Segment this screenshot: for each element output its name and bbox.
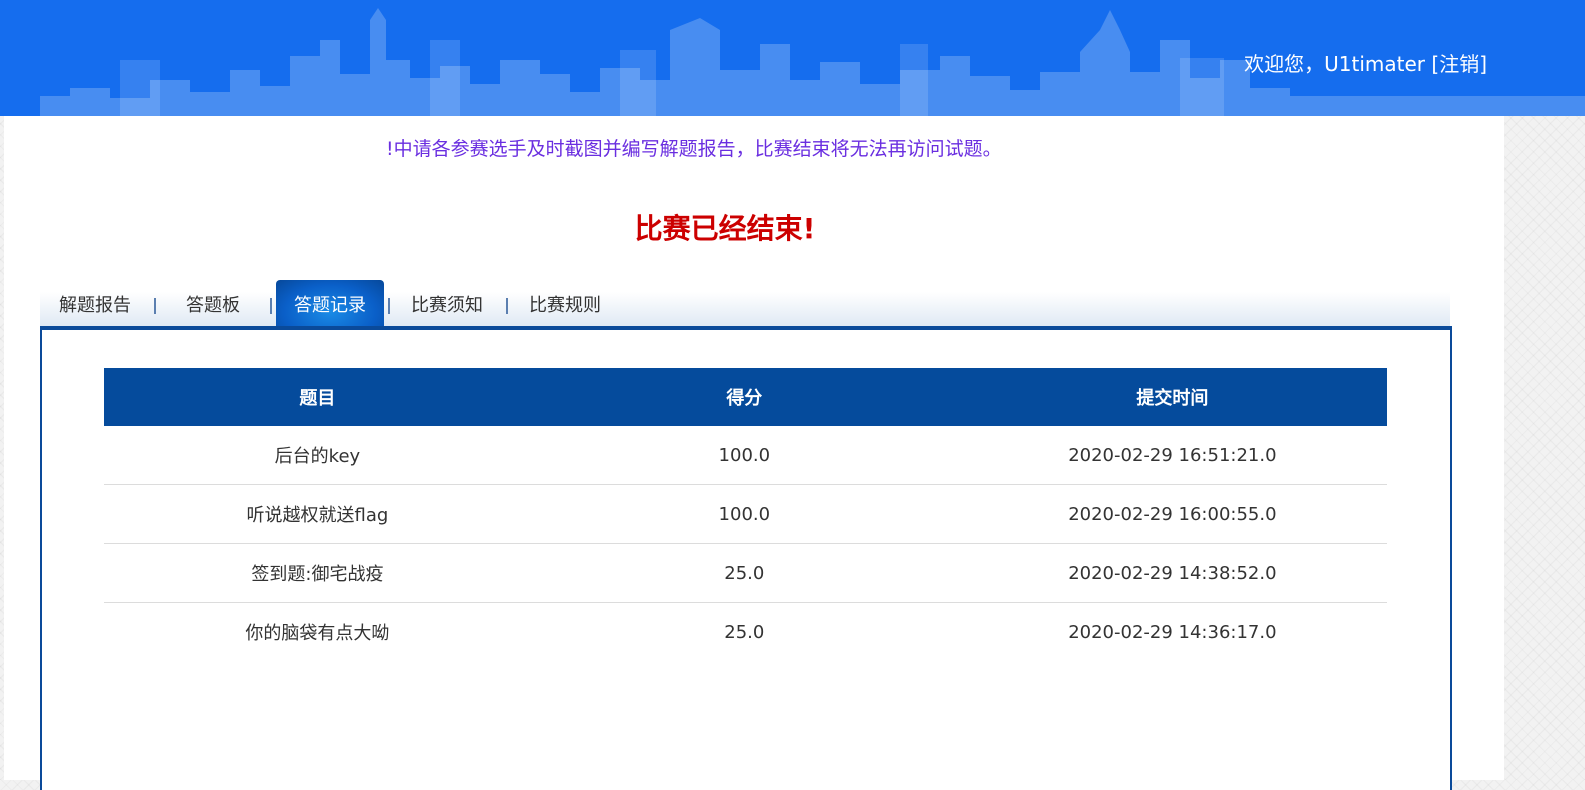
tab-solution-report[interactable]: 解题报告 xyxy=(40,292,150,326)
tab-contest-rules[interactable]: 比赛规则 xyxy=(512,292,618,326)
cell-time: 2020-02-29 14:38:52.0 xyxy=(957,543,1387,603)
welcome-area: 欢迎您，U1timater [注销] xyxy=(1244,48,1487,77)
cell-title: 后台的key xyxy=(104,426,531,485)
tab-separator xyxy=(506,298,508,314)
tab-separator xyxy=(154,298,156,314)
answer-records-table: 题目 得分 提交时间 后台的key 100.0 2020-02-29 16:51… xyxy=(104,368,1387,661)
cell-time: 2020-02-29 16:51:21.0 xyxy=(957,426,1387,485)
contest-ended-message: 比赛已经结束! xyxy=(634,212,816,245)
cell-title: 听说越权就送flag xyxy=(104,484,531,544)
table-row: 听说越权就送flag 100.0 2020-02-29 16:00:55.0 xyxy=(104,484,1387,544)
cell-score: 25.0 xyxy=(724,621,765,643)
column-header-title: 题目 xyxy=(104,368,531,426)
column-header-score: 得分 xyxy=(530,368,958,426)
cell-title: 你的脑袋有点大呦 xyxy=(245,623,390,644)
cell-score: 100.0 xyxy=(530,426,958,485)
page-header: 欢迎您，U1timater [注销] xyxy=(0,0,1585,116)
tab-answer-records[interactable]: 答题记录 xyxy=(276,280,384,326)
notice-marquee: !中请各参赛选手及时截图并编写解题报告，比赛结束将无法再访问试题。 xyxy=(386,138,1002,160)
cell-time: 2020-02-29 14:36:17.0 xyxy=(1068,621,1277,643)
cell-title: 签到题:御宅战疫 xyxy=(104,543,531,603)
table-row: 签到题:御宅战疫 25.0 2020-02-29 14:38:52.0 xyxy=(104,543,1387,603)
cell-time: 2020-02-29 16:00:55.0 xyxy=(957,484,1387,544)
table-row: 你的脑袋有点大呦 25.0 2020-02-29 14:36:17.0 xyxy=(104,603,1387,662)
tab-separator xyxy=(270,298,272,314)
tab-answer-board[interactable]: 答题板 xyxy=(160,292,266,326)
logout-link[interactable]: [注销] xyxy=(1431,52,1487,76)
table-row: 后台的key 100.0 2020-02-29 16:51:21.0 xyxy=(104,426,1387,485)
tab-bar: 解题报告 答题板 答题记录 比赛须知 比赛规则 xyxy=(40,280,1450,326)
table-header-row: 题目 得分 提交时间 xyxy=(104,368,1387,426)
cell-score: 100.0 xyxy=(530,484,958,544)
column-header-time: 提交时间 xyxy=(957,368,1387,426)
tab-separator xyxy=(388,298,390,314)
welcome-text: 欢迎您，U1timater xyxy=(1244,52,1426,76)
cell-score: 25.0 xyxy=(530,543,958,603)
tab-contest-notice[interactable]: 比赛须知 xyxy=(394,292,500,326)
